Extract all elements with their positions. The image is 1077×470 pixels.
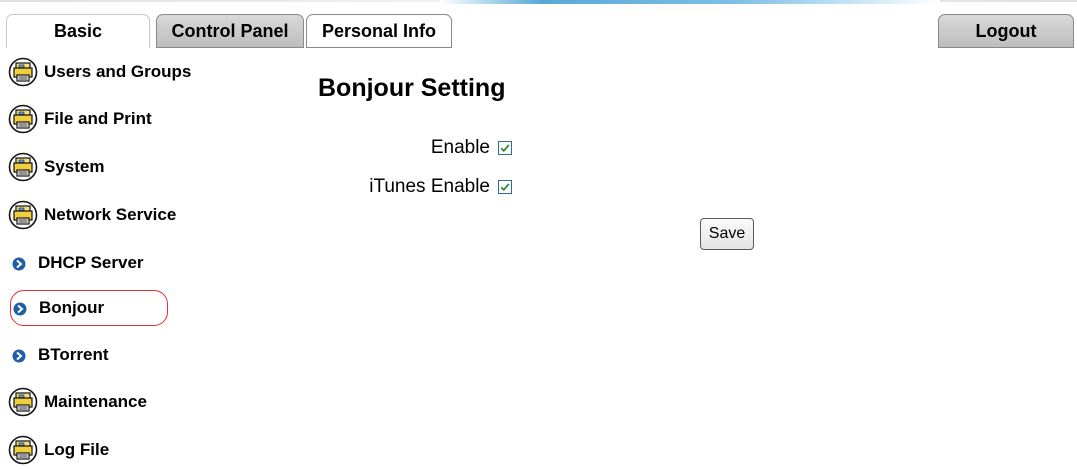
sidebar-item-label: File and Print — [44, 109, 152, 128]
blue-arrow-bullet-icon — [12, 348, 26, 363]
tab-control-panel-label: Control Panel — [171, 20, 289, 41]
sidebar-item-users-and-groups[interactable]: Users and Groups — [8, 54, 191, 90]
sidebar-item-label: Maintenance — [44, 392, 147, 411]
sidebar-item-label: DHCP Server — [38, 253, 144, 272]
page-title: Bonjour Setting — [318, 74, 506, 102]
tab-basic-label: Basic — [53, 21, 103, 41]
tab-control-panel[interactable]: Control Panel — [156, 14, 304, 48]
sidebar-item-label: Bonjour — [39, 298, 105, 317]
sidebar-item-label: BTorrent — [38, 345, 109, 364]
printer-folder-icon — [8, 387, 38, 417]
sidebar-item-log-file[interactable]: Log File — [8, 432, 109, 468]
itunes-enable-label: iTunes Enable — [369, 176, 490, 197]
top-decorative-strip — [0, 0, 1077, 8]
enable-label: Enable — [430, 137, 490, 158]
save-button[interactable]: Save — [700, 218, 754, 250]
itunes-enable-row: iTunes Enable — [300, 176, 512, 198]
blue-arrow-bullet-icon — [12, 256, 26, 271]
save-button-label: Save — [708, 225, 746, 242]
top-blue-accent — [440, 0, 940, 4]
printer-folder-icon — [8, 435, 38, 465]
printer-folder-icon — [8, 200, 38, 230]
sidebar-item-maintenance[interactable]: Maintenance — [8, 384, 147, 420]
sidebar-item-label: Network Service — [44, 205, 177, 224]
logout-button[interactable]: Logout — [938, 14, 1074, 48]
tab-personal-info[interactable]: Personal Info — [306, 14, 452, 48]
itunes-enable-checkbox[interactable] — [498, 180, 512, 194]
tab-basic[interactable]: Basic — [6, 14, 150, 48]
sidebar-item-network-service[interactable]: Network Service — [8, 197, 176, 233]
tab-personal-info-label: Personal Info — [321, 20, 437, 41]
enable-checkbox[interactable] — [498, 141, 512, 155]
sidebar-item-btorrent[interactable]: BTorrent — [12, 337, 109, 373]
printer-folder-icon — [8, 104, 38, 134]
sidebar-item-dhcp-server[interactable]: DHCP Server — [12, 245, 144, 281]
sidebar-item-label: Users and Groups — [44, 62, 192, 81]
printer-folder-icon — [8, 57, 38, 87]
sidebar-item-bonjour[interactable]: Bonjour — [10, 290, 168, 326]
blue-arrow-bullet-icon — [13, 301, 27, 316]
sidebar-item-label: Log File — [44, 440, 110, 459]
sidebar-item-file-and-print[interactable]: File and Print — [8, 101, 152, 137]
logout-button-label: Logout — [975, 20, 1037, 41]
checkmark-icon — [500, 144, 510, 153]
sidebar-item-label: System — [44, 157, 105, 176]
checkmark-icon — [500, 183, 510, 192]
enable-row: Enable — [300, 137, 512, 159]
printer-folder-icon — [8, 152, 38, 182]
sidebar-item-system[interactable]: System — [8, 149, 104, 185]
